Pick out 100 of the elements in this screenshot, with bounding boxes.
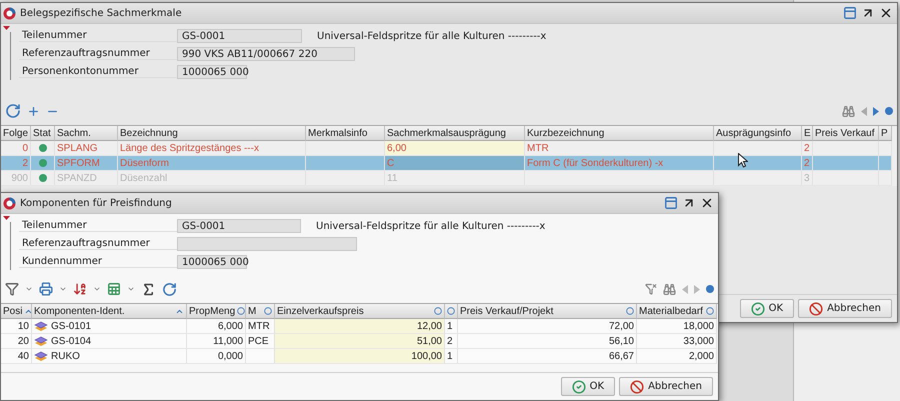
table-cell: 51,00 — [275, 334, 445, 349]
sort-icon[interactable] — [706, 307, 714, 315]
table-cell: Form C (für Sonderkulturen) -x — [525, 156, 714, 171]
refresh-icon[interactable] — [5, 103, 21, 119]
table-cell: SPANZD — [55, 171, 118, 186]
part-description: Universal-Feldspritze für alle Kulturen ---------x — [316, 220, 546, 232]
column-header[interactable]: Materialbedarf — [637, 304, 717, 319]
printer-icon[interactable] — [39, 282, 53, 296]
table-cell: GS-0104 — [51, 336, 92, 346]
table-cell: 12,00 — [275, 319, 445, 334]
caret-icon[interactable] — [25, 285, 33, 293]
caret-icon[interactable] — [127, 285, 135, 293]
column-header[interactable]: M — [246, 304, 275, 319]
table-cell: 1 — [445, 349, 458, 364]
table-cell: 1 — [445, 319, 458, 334]
table-cell: 2 — [445, 334, 458, 349]
column-header[interactable]: PropMeng — [187, 304, 246, 319]
close-icon[interactable] — [700, 196, 714, 210]
column-header[interactable]: Kurzbezeichnung — [525, 126, 714, 141]
field-label: Referenzauftragsnummer — [19, 238, 177, 250]
caret-icon[interactable] — [93, 285, 101, 293]
sum-icon[interactable] — [141, 282, 156, 296]
caret-icon[interactable] — [59, 285, 67, 293]
column-header[interactable]: Stat — [31, 126, 55, 141]
close-icon[interactable] — [879, 6, 893, 20]
column-header[interactable]: Folge — [1, 126, 31, 141]
column-header[interactable]: Preis Verkauf/Projekt — [458, 304, 637, 319]
dot-icon[interactable] — [706, 285, 714, 293]
field-value: 1000065 000 — [177, 255, 247, 269]
app-logo-icon — [3, 196, 16, 210]
refresh-icon[interactable] — [162, 282, 177, 296]
column-header[interactable]: Sachm. — [55, 126, 118, 141]
dot-icon[interactable] — [885, 107, 893, 115]
column-header[interactable]: Bezeichnung — [118, 126, 306, 141]
filter-clear-icon[interactable] — [645, 283, 657, 295]
field-label: Kundennummer — [19, 256, 177, 268]
filter-icon[interactable] — [5, 282, 19, 296]
column-header[interactable] — [445, 304, 458, 319]
table-cell: GS-0101 — [51, 320, 92, 332]
ok-button[interactable]: OK — [740, 299, 794, 318]
part-description: Universal-Feldspritze für alle Kulturen ---------x — [317, 30, 546, 42]
table-cell: 900 — [1, 171, 31, 186]
column-header[interactable]: Sachmerkmalsausprägung — [385, 126, 525, 141]
column-header[interactable]: Preis Verkauf — [813, 126, 879, 141]
column-header[interactable]: Einzelverkaufspreis — [275, 304, 445, 319]
layout-icon[interactable] — [843, 6, 857, 20]
binoculars-icon[interactable] — [842, 104, 855, 118]
ok-button[interactable]: OK — [560, 377, 616, 396]
app-logo-icon — [3, 6, 16, 20]
column-header[interactable]: Posi — [1, 304, 32, 319]
table-cell: 66,67 — [458, 349, 637, 364]
window-title: Belegspezifische Sachmerkmale — [20, 8, 183, 18]
table-cell: 18,000 — [637, 319, 717, 334]
sort-icon[interactable] — [434, 307, 442, 315]
column-header[interactable]: Komponenten-Ident. — [32, 304, 187, 319]
table-cell: Düsenzahl — [118, 171, 306, 186]
sort-icon[interactable] — [626, 307, 634, 315]
next-icon[interactable] — [873, 106, 879, 116]
table-cell: 100,00 — [275, 349, 445, 364]
sort-icon[interactable] — [73, 282, 87, 296]
cancel-icon — [809, 302, 824, 316]
table-cell: 2 — [802, 156, 813, 171]
table-cell: SPFORM — [55, 156, 118, 171]
cancel-icon — [630, 380, 644, 394]
table-cell: 72,00 — [458, 319, 637, 334]
table-cell: 40 — [1, 349, 32, 364]
mouse-cursor-icon — [738, 153, 748, 168]
column-header[interactable]: E — [802, 126, 813, 141]
field-value: 1000065 000 — [177, 65, 247, 79]
column-header[interactable]: Ausprägungsinfo — [714, 126, 802, 141]
table-cell: 2 — [1, 156, 31, 171]
check-icon — [572, 380, 586, 394]
field-label: Personenkontonummer — [19, 66, 177, 78]
table-cell: 33,000 — [637, 334, 717, 349]
spreadsheet-export-icon[interactable] — [107, 282, 121, 296]
field-value: GS-0001 — [177, 219, 301, 233]
cancel-button[interactable]: Abbrechen — [798, 299, 892, 318]
table-cell: 11 — [385, 171, 525, 186]
sort-icon[interactable] — [447, 307, 455, 315]
table-cell: 3 — [802, 171, 813, 186]
sort-icon[interactable] — [264, 307, 272, 315]
table-cell: Düsenform — [118, 156, 306, 171]
add-icon[interactable] — [27, 104, 40, 118]
sort-icon[interactable] — [237, 307, 245, 315]
cancel-button[interactable]: Abbrechen — [619, 377, 713, 396]
field-label: Referenzauftragsnummer — [19, 48, 177, 60]
table-cell: RUKO — [51, 350, 80, 362]
collapse-marker-icon[interactable] — [2, 214, 12, 270]
binoculars-icon[interactable] — [663, 282, 676, 296]
table-cell: C — [385, 156, 525, 171]
column-header[interactable]: Merkmalsinfo — [306, 126, 385, 141]
window-title: Komponenten für Preisfindung — [20, 198, 173, 208]
field-label: Teilenummer — [19, 220, 177, 232]
collapse-marker-icon[interactable] — [2, 24, 12, 80]
field-value: GS-0001 — [177, 29, 302, 43]
column-header[interactable]: P — [879, 126, 892, 141]
table-cell: 6,00 — [385, 141, 525, 156]
layout-icon[interactable] — [664, 196, 678, 210]
table-cell: 11,000 — [187, 334, 246, 349]
empty-cell — [813, 171, 879, 186]
